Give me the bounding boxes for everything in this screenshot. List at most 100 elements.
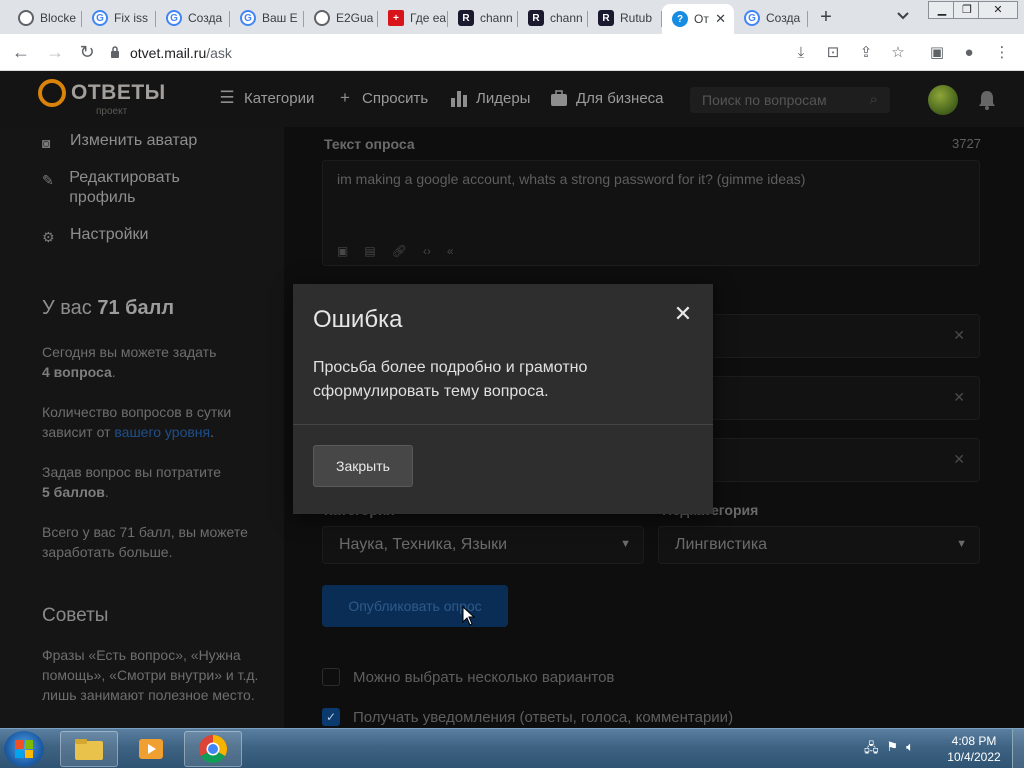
browser-tab[interactable]: G Созда (156, 4, 230, 32)
window-close-button[interactable]: ✕ (978, 1, 1018, 19)
dialog-divider (293, 424, 713, 425)
nav-categories[interactable]: ☰ Категории (218, 88, 314, 107)
media-player-taskbar-button[interactable] (122, 731, 180, 767)
volume-icon[interactable]: 🔈︎ (906, 739, 914, 761)
poll-text-field[interactable]: im making a google account, whats a stro… (322, 160, 980, 266)
windows-logo-icon (15, 740, 33, 758)
browser-tab-label: Blocke (40, 11, 77, 25)
publish-poll-button[interactable]: Опубликовать опрос (322, 585, 508, 627)
tab-separator (807, 11, 808, 27)
video-icon[interactable]: ▤ (364, 244, 375, 258)
sidebar-item-settings[interactable]: ⚙ Настройки (42, 225, 148, 245)
avatar[interactable] (928, 85, 958, 115)
show-desktop-button[interactable] (1012, 729, 1024, 768)
browser-tab[interactable]: G Fix iss (82, 4, 156, 32)
network-icon[interactable]: 🖧︎ (864, 739, 879, 761)
gear-icon: ⚙ (42, 229, 55, 245)
browser-tab[interactable]: G Созда (734, 4, 808, 32)
image-icon[interactable]: ▣ (337, 244, 348, 258)
menu-kebab-icon[interactable]: ⋮ (992, 43, 1012, 63)
install-app-icon[interactable]: ⤓ (791, 43, 811, 63)
subcategory-select[interactable]: Лингвистика ▼ (658, 526, 980, 564)
forward-arrow-icon[interactable]: → (44, 42, 66, 64)
browser-tab-label: Rutub (620, 11, 653, 25)
search-input[interactable] (702, 91, 852, 109)
share-icon[interactable]: ⇪ (856, 43, 876, 63)
site-search: ⌕ (690, 87, 890, 113)
close-button[interactable]: Закрыть (313, 445, 413, 487)
quote-icon[interactable]: « (447, 244, 454, 258)
google-favicon-icon: G (92, 10, 108, 26)
left-sidebar: ◙ Изменить аватар ✎ Редактировать профиль … (0, 127, 284, 728)
notify-checkbox[interactable]: ✓ Получать уведомления (ответы, голоса, к… (322, 708, 733, 726)
sidebar-item-change-avatar[interactable]: ◙ Изменить аватар (42, 131, 197, 151)
link-icon[interactable]: 🔗︎ (392, 244, 407, 258)
editor-toolbar: ▣ ▤ 🔗︎ ‹› « (337, 244, 454, 258)
question-cost-text: Задав вопрос вы потратите 5 баллов. (42, 464, 222, 500)
bookmark-star-icon[interactable]: ☆ (888, 43, 908, 63)
score-heading: У вас 71 балл (42, 297, 175, 319)
reload-icon[interactable]: ↻ (76, 42, 98, 64)
minimize-button[interactable]: ▁ (928, 1, 956, 19)
new-tab-button[interactable]: + (814, 6, 838, 30)
browser-tab[interactable]: E2Gua (304, 4, 378, 32)
remove-option-icon[interactable]: ✕ (953, 389, 965, 406)
remove-option-icon[interactable]: ✕ (953, 327, 965, 344)
code-icon[interactable]: ‹› (423, 244, 431, 258)
google-favicon-icon: G (744, 10, 760, 26)
browser-tab-label: chann (480, 11, 513, 25)
translate-icon[interactable]: ⊡ (823, 43, 843, 63)
rutube-favicon-icon: R (458, 10, 474, 26)
browser-tab[interactable]: Blocke (8, 4, 82, 32)
nav-business[interactable]: Для бизнеса (550, 89, 664, 107)
nav-ask[interactable]: + Спросить (336, 88, 428, 107)
chrome-taskbar-button[interactable] (184, 731, 242, 767)
remove-option-icon[interactable]: ✕ (953, 451, 965, 468)
back-arrow-icon[interactable]: ← (10, 42, 32, 64)
level-link[interactable]: вашего уровня (114, 424, 210, 440)
chrome-icon (199, 735, 227, 763)
windows-taskbar: 🖧︎ ⚑ 🔈︎ 4:08 PM 10/4/2022 (0, 728, 1024, 768)
browser-tab-label: Ваш Е (262, 11, 298, 25)
restore-button[interactable]: ❐ (953, 1, 981, 19)
dialog-title: Ошибка (313, 306, 403, 333)
browser-tab[interactable]: ? От ✕ (662, 4, 734, 34)
explorer-taskbar-button[interactable] (60, 731, 118, 767)
char-counter: 3727 (952, 136, 981, 151)
site-header: ОТВЕТЫ проект ☰ Категории + Спросить Лидер… (0, 71, 1024, 127)
address-bar[interactable]: otvet.mail.ru/ask (110, 39, 820, 67)
close-icon[interactable]: ✕ (673, 303, 693, 325)
globe-favicon-icon (314, 10, 330, 26)
bell-icon[interactable] (978, 90, 998, 110)
sidebar-item-edit-profile[interactable]: ✎ Редактировать профиль (42, 168, 242, 208)
pencil-icon: ✎ (42, 172, 54, 188)
media-player-icon (139, 739, 163, 759)
folder-icon (75, 739, 103, 760)
start-button[interactable] (4, 731, 44, 767)
browser-tab[interactable]: + Где ea (378, 4, 448, 32)
tab-close-icon[interactable]: ✕ (715, 11, 726, 27)
taskbar-clock[interactable]: 4:08 PM 10/4/2022 (944, 733, 1004, 765)
multi-choice-checkbox[interactable]: Можно выбрать несколько вариантов (322, 668, 614, 686)
side-panel-icon[interactable]: ▣ (927, 43, 947, 63)
rutube-favicon-icon: R (598, 10, 614, 26)
checkmark-icon: ✓ (322, 708, 340, 726)
nav-leaders[interactable]: Лидеры (450, 89, 530, 107)
browser-tab[interactable]: Rchann (448, 4, 518, 32)
action-center-flag-icon[interactable]: ⚑ (887, 739, 899, 761)
browser-tab[interactable]: G Ваш Е (230, 4, 304, 32)
browser-tab[interactable]: Rchann (518, 4, 588, 32)
chart-icon (450, 89, 468, 107)
profile-icon[interactable]: ● (959, 43, 979, 63)
category-select[interactable]: Наука, Техника, Языки ▼ (322, 526, 644, 564)
globe-favicon-icon (18, 10, 34, 26)
browser-tab[interactable]: R Rutub (588, 4, 662, 32)
questions-left-text: Сегодня вы можете задать 4 вопроса. (42, 344, 217, 380)
browser-toolbar: ← → ↻ otvet.mail.ru/ask ⤓ ⊡ ⇪ ☆ ▣ ● ⋮ (0, 34, 1024, 71)
browser-tab-label: От (694, 12, 709, 26)
tab-search-chevron-icon[interactable] (896, 8, 914, 26)
browser-tab-label: Созда (766, 11, 801, 25)
search-icon[interactable]: ⌕ (870, 91, 878, 108)
total-score-text: Всего у вас 71 балл, вы можете заработат… (42, 524, 248, 560)
browser-tab-label: E2Gua (336, 11, 374, 25)
